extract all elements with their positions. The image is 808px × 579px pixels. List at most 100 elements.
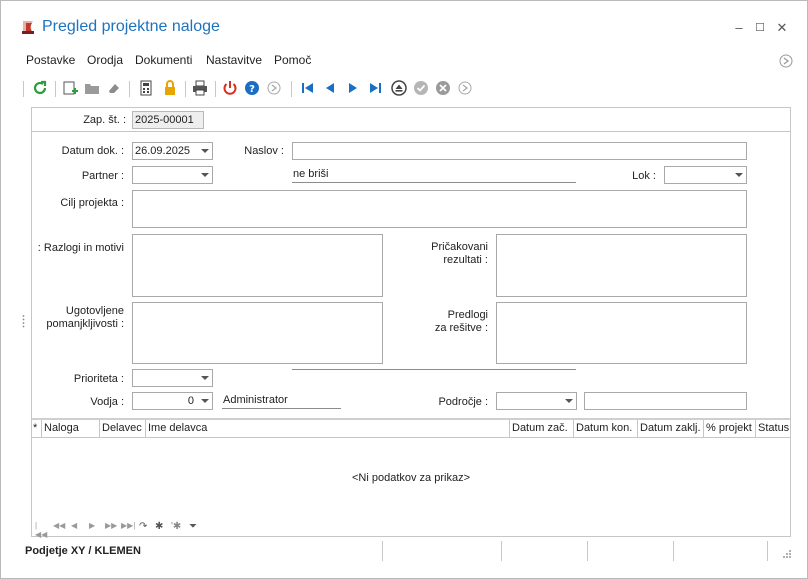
vodja-value: 0 bbox=[187, 395, 194, 407]
resize-grip-icon[interactable] bbox=[782, 549, 792, 559]
grid-first-icon[interactable]: |◀◀ bbox=[35, 521, 47, 539]
header-strip: Zap. št. : 2025-00001 bbox=[32, 108, 790, 132]
grid-filter-icon[interactable]: ⏷ bbox=[189, 521, 197, 532]
pricakovani-textarea[interactable] bbox=[496, 234, 747, 297]
grid-col-datum-kon[interactable]: Datum kon. bbox=[574, 420, 638, 438]
partner-name: ne briši bbox=[292, 166, 576, 183]
chevron-down-icon[interactable] bbox=[201, 173, 209, 177]
lok-label: Lok : bbox=[632, 170, 656, 182]
vodja-name: Administrator bbox=[222, 392, 341, 409]
window-title: Pregled projektne naloge bbox=[42, 18, 220, 35]
last-record-icon[interactable] bbox=[366, 79, 384, 97]
pricakovani-label-line2: rezultati : bbox=[443, 254, 488, 266]
grid-next-page-icon[interactable]: ▶▶ bbox=[105, 521, 117, 530]
confirm-icon[interactable] bbox=[412, 79, 430, 97]
grid-col-delavec[interactable]: Delavec bbox=[100, 420, 146, 438]
menu-orodja[interactable]: Orodja bbox=[87, 53, 123, 67]
open-folder-icon[interactable] bbox=[83, 79, 101, 97]
first-record-icon[interactable] bbox=[299, 79, 317, 97]
close-button[interactable]: ✕ bbox=[772, 18, 792, 38]
chevron-down-icon[interactable] bbox=[201, 149, 209, 153]
next-record-icon[interactable] bbox=[344, 79, 362, 97]
menu-nastavitve[interactable]: Nastavitve bbox=[206, 53, 262, 67]
grid-append-icon[interactable]: ✱ bbox=[155, 521, 163, 532]
predlogi-textarea[interactable] bbox=[496, 302, 747, 364]
predlogi-label-line1: Predlogi bbox=[447, 309, 488, 321]
status-separator bbox=[587, 541, 588, 561]
help-icon[interactable]: ? bbox=[243, 79, 261, 97]
naslov-input[interactable] bbox=[292, 142, 747, 160]
main-window: Pregled projektne naloge – ☐ ✕ Postavke … bbox=[0, 0, 808, 579]
prioriteta-field[interactable] bbox=[132, 369, 213, 387]
lock-icon[interactable] bbox=[161, 79, 179, 97]
podrocje-label: Področje : bbox=[438, 396, 488, 408]
menu-postavke[interactable]: Postavke bbox=[26, 53, 75, 67]
previous-record-icon[interactable] bbox=[321, 79, 339, 97]
toolbar-separator bbox=[215, 81, 216, 97]
datum-dok-label: Datum dok. : bbox=[61, 145, 124, 157]
partner-label: Partner : bbox=[81, 170, 124, 182]
vodja-field[interactable]: 0 bbox=[132, 392, 213, 410]
grid-last-icon[interactable]: ▶▶| bbox=[121, 521, 135, 530]
chevron-down-icon[interactable] bbox=[201, 399, 209, 403]
power-icon[interactable] bbox=[221, 79, 239, 97]
minimize-button[interactable]: – bbox=[729, 18, 749, 38]
eject-icon[interactable] bbox=[390, 79, 408, 97]
menu-pomoc[interactable]: Pomoč bbox=[274, 53, 311, 67]
razlogi-textarea[interactable] bbox=[132, 234, 383, 297]
cilj-projekta-textarea[interactable] bbox=[132, 190, 747, 228]
close-form-icon[interactable] bbox=[456, 79, 474, 97]
grid-col-procent-projekt[interactable]: % projekt bbox=[704, 420, 756, 438]
status-company: Podjetje XY / KLEMEN bbox=[25, 545, 141, 557]
prioriteta-label: Prioriteta : bbox=[73, 373, 124, 385]
status-separator bbox=[673, 541, 674, 561]
cancel-icon[interactable] bbox=[434, 79, 452, 97]
menu-dokumenti[interactable]: Dokumenti bbox=[135, 53, 192, 67]
grid-col-datum-zaklj[interactable]: Datum zaklj. bbox=[638, 420, 704, 438]
podrocje-text-field[interactable] bbox=[584, 392, 747, 410]
maximize-button[interactable]: ☐ bbox=[750, 18, 770, 38]
refresh-icon[interactable] bbox=[31, 79, 49, 97]
grid-prev-page-icon[interactable]: ◀◀ bbox=[53, 521, 65, 530]
grid-delete-icon[interactable]: '✱ bbox=[171, 521, 181, 532]
vodja-label: Vodja : bbox=[90, 396, 124, 408]
ugotovljene-textarea[interactable] bbox=[132, 302, 383, 364]
predlogi-label-line2: za rešitve : bbox=[434, 322, 488, 334]
podrocje-field[interactable] bbox=[496, 392, 577, 410]
ugotovljene-label-line2: pomanjkljivosti : bbox=[46, 318, 124, 330]
razlogi-label: Razlogi in motivi : bbox=[37, 242, 124, 254]
exit-icon[interactable] bbox=[265, 79, 283, 97]
chevron-down-icon[interactable] bbox=[201, 376, 209, 380]
grid-refresh-icon[interactable]: ↷ bbox=[139, 521, 147, 532]
partner-field[interactable] bbox=[132, 166, 213, 184]
grid-col-indicator[interactable]: * bbox=[32, 420, 42, 438]
grid-next-icon[interactable]: ▶ bbox=[89, 521, 95, 530]
toolbar-separator bbox=[291, 81, 292, 97]
lok-field[interactable] bbox=[664, 166, 747, 184]
grid-col-naloga[interactable]: Naloga bbox=[42, 420, 100, 438]
app-logo-icon bbox=[22, 21, 34, 34]
prioriteta-description bbox=[292, 369, 576, 370]
chevron-down-icon[interactable] bbox=[735, 173, 743, 177]
datum-dok-field[interactable]: 26.09.2025 bbox=[132, 142, 213, 160]
calculator-icon[interactable] bbox=[137, 79, 155, 97]
new-document-icon[interactable] bbox=[61, 79, 79, 97]
splitter-grip-icon[interactable] bbox=[22, 314, 25, 331]
toolbar-separator bbox=[23, 81, 24, 97]
eraser-icon[interactable] bbox=[105, 79, 123, 97]
grid-header: * Naloga Delavec Ime delavca Datum zač. … bbox=[32, 420, 790, 438]
menu-exit-icon[interactable] bbox=[779, 54, 793, 68]
grid-col-ime-delavca[interactable]: Ime delavca bbox=[146, 420, 510, 438]
chevron-down-icon[interactable] bbox=[565, 399, 573, 403]
cilj-projekta-label: Cilj projekta : bbox=[60, 197, 124, 209]
grid-prev-icon[interactable]: ◀ bbox=[71, 521, 77, 530]
print-icon[interactable] bbox=[191, 79, 209, 97]
datum-dok-value: 26.09.2025 bbox=[135, 145, 191, 157]
naslov-label: Naslov : bbox=[244, 145, 284, 157]
grid-col-status[interactable]: Status bbox=[756, 420, 790, 438]
toolbar: ? bbox=[23, 79, 483, 99]
grid-col-datum-zac[interactable]: Datum zač. bbox=[510, 420, 574, 438]
pricakovani-label-line1: Pričakovani bbox=[431, 241, 488, 253]
status-bar: Podjetje XY / KLEMEN bbox=[1, 539, 807, 563]
toolbar-separator bbox=[55, 81, 56, 97]
